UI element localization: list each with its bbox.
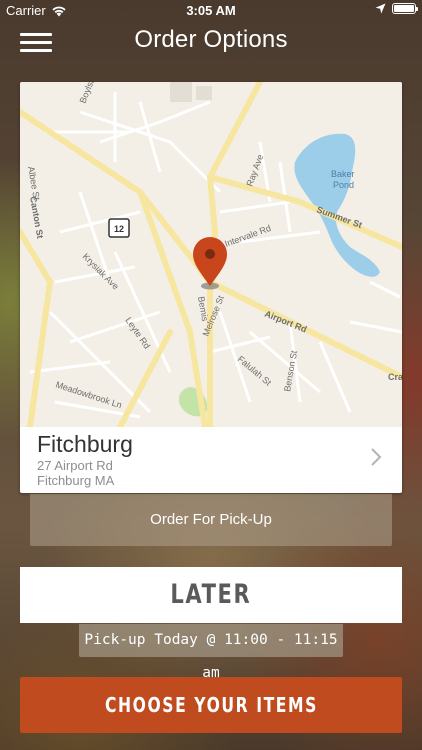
clock: 3:05 AM [186,3,236,18]
location-name: Fitchburg [37,431,133,457]
status-bar: Carrier 3:05 AM [0,0,422,22]
location-card: 12 Boylston St Ray Ave Baker Pond Summer… [20,82,402,493]
status-indicators [375,3,418,14]
nav-bar: Order Options [0,22,422,62]
battery-icon [392,3,418,14]
page-title: Order Options [134,26,288,53]
choose-items-button[interactable]: CHOOSE YOUR ITEMS [20,677,402,733]
location-map[interactable]: 12 Boylston St Ray Ave Baker Pond Summer… [20,82,402,427]
street-label: Baker [331,169,355,179]
location-arrow-icon [375,3,386,14]
location-address-line1: 27 Airport Rd [37,458,113,473]
street-label: Pond [333,180,354,190]
route-shield-label: 12 [114,224,124,234]
choose-items-label: CHOOSE YOUR ITEMS [104,693,318,717]
location-info-row[interactable]: Fitchburg 27 Airport Rd Fitchburg MA [20,427,402,493]
chevron-right-icon [371,448,382,466]
later-button[interactable]: LATER [20,567,402,623]
street-label: Cra [388,372,402,382]
order-type-button[interactable]: Order For Pick-Up [30,494,392,546]
later-button-label: LATER [170,579,252,610]
pickup-time-label: Pick-up Today @ 11:00 - 11:15 am [79,624,343,681]
location-address-line2: Fitchburg MA [37,473,115,488]
